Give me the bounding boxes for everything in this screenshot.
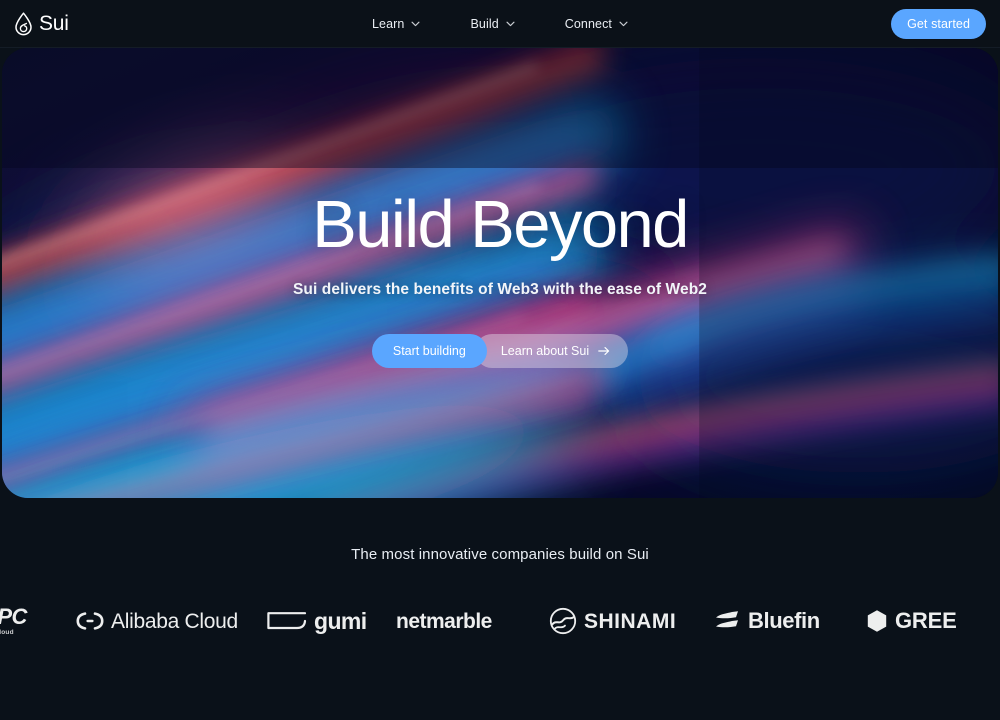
rpc-logo-subtext: ent Cloud: [0, 628, 14, 636]
chevron-down-icon: [506, 21, 515, 27]
nav-item-build[interactable]: Build: [470, 16, 515, 31]
top-navigation-bar: Sui Learn Build Connect Get started: [0, 0, 1000, 48]
brand-logo-link[interactable]: Sui: [14, 11, 69, 36]
gumi-text: gumi: [314, 607, 367, 634]
get-started-button[interactable]: Get started: [891, 8, 986, 39]
nav-item-learn[interactable]: Learn: [372, 17, 420, 31]
partners-section: The most innovative companies build on S…: [0, 498, 1000, 644]
partner-logo-bluefin[interactable]: Bluefin: [713, 598, 820, 644]
chevron-down-icon: [619, 21, 628, 27]
gree-text: GREE: [895, 608, 957, 633]
hero-banner: Build Beyond Sui delivers the benefits o…: [2, 48, 998, 498]
primary-nav-menu: Learn Build Connect: [0, 17, 1000, 31]
hero-cta-group: Start building Learn about Sui: [371, 333, 629, 368]
partner-logo-gumi[interactable]: gumi: [267, 598, 367, 644]
rpc-logo-text: RPC: [0, 603, 27, 629]
shinami-wave-icon: [549, 607, 577, 635]
partner-logo-alibaba-cloud[interactable]: Alibaba Cloud: [76, 598, 238, 644]
bluefin-wave-icon: [713, 609, 741, 633]
alibaba-cloud-icon: [76, 612, 104, 630]
nav-item-label: Build: [470, 16, 499, 31]
partner-logo-shinami[interactable]: SHINAMI: [549, 598, 676, 644]
nav-item-connect[interactable]: Connect: [565, 17, 628, 31]
nav-item-label: Connect: [564, 16, 613, 31]
start-building-button[interactable]: Start building: [371, 333, 487, 368]
nav-item-label: Learn: [371, 16, 405, 31]
partner-logo-row: RPC ent Cloud Alibaba Cloud gumi: [0, 598, 1000, 644]
gumi-bracket-icon: [267, 611, 307, 631]
partner-logo-gree[interactable]: GREE: [866, 598, 957, 644]
hero-title: Build Beyond: [312, 187, 689, 263]
partner-logo-netmarble[interactable]: netmarble: [396, 598, 492, 644]
netmarble-text: netmarble: [396, 609, 492, 633]
brand-name: Sui: [39, 12, 69, 35]
partners-title: The most innovative companies build on S…: [351, 546, 649, 563]
shinami-text: SHINAMI: [584, 609, 677, 633]
partner-logo-rpc[interactable]: RPC ent Cloud: [0, 598, 27, 644]
gree-hexagon-icon: [866, 609, 888, 633]
alibaba-cloud-text: Alibaba Cloud: [111, 609, 238, 633]
sui-droplet-icon: [14, 11, 33, 36]
learn-about-sui-label: Learn about Sui: [500, 343, 590, 358]
arrow-right-icon: [598, 346, 610, 356]
learn-about-sui-button[interactable]: Learn about Sui: [474, 333, 629, 368]
bluefin-text: Bluefin: [748, 608, 820, 633]
hero-content: Build Beyond Sui delivers the benefits o…: [2, 48, 998, 498]
chevron-down-icon: [411, 21, 420, 27]
hero-subtitle: Sui delivers the benefits of Web3 with t…: [292, 280, 708, 298]
